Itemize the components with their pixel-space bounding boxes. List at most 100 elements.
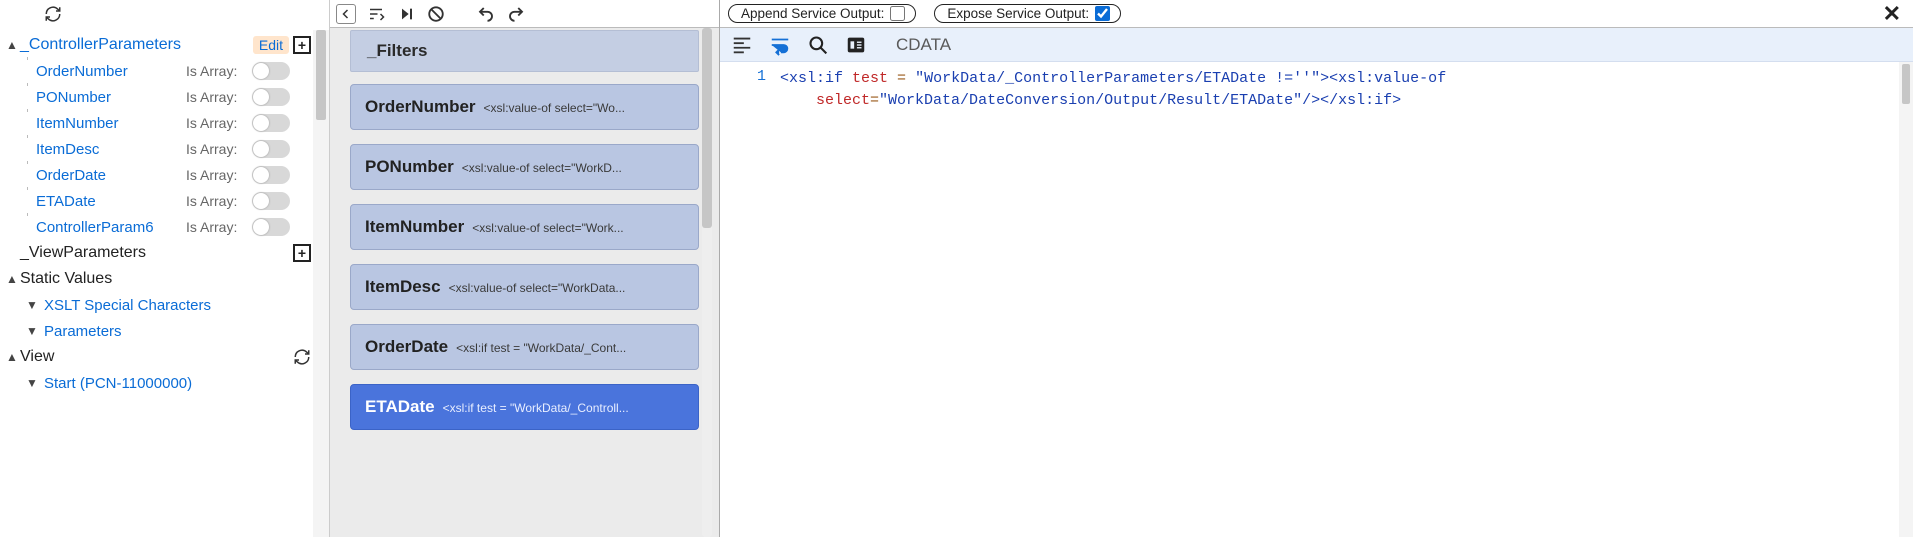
xslt-label: XSLT Special Characters (44, 297, 211, 314)
sort-icon[interactable] (366, 4, 386, 24)
chip-subtitle: <xsl:value-of select="Wo... (484, 101, 684, 115)
param-row[interactable]: OrderDateIs Array: (0, 162, 329, 188)
cancel-icon[interactable] (426, 4, 446, 24)
controller-parameters-header[interactable]: ▲ _ControllerParameters Edit + (0, 32, 329, 58)
param-name: ControllerParam6 (36, 219, 186, 236)
is-array-label: Is Array: (186, 193, 246, 209)
code-area[interactable]: 1 <xsl:if test = "WorkData/_ControllerPa… (720, 62, 1913, 537)
start-label: Start (PCN-11000000) (44, 375, 192, 392)
caret-up-icon[interactable]: ▲ (6, 272, 20, 286)
filter-chip[interactable]: ItemNumber <xsl:value-of select="Work... (350, 204, 699, 250)
caret-up-icon[interactable]: ▲ (6, 350, 20, 364)
start-item[interactable]: ▼ Start (PCN-11000000) (0, 370, 329, 396)
filters-scrollbar[interactable] (699, 28, 715, 537)
add-parameter-button[interactable]: + (293, 36, 311, 54)
filter-chip[interactable]: OrderNumber <xsl:value-of select="Wo... (350, 84, 699, 130)
param-name: ItemNumber (36, 115, 186, 132)
chip-subtitle: <xsl:if test = "WorkData/_Controll... (443, 401, 684, 415)
param-name: PONumber (36, 89, 186, 106)
refresh-view-icon[interactable] (293, 348, 311, 366)
filter-chip[interactable]: OrderDate <xsl:if test = "WorkData/_Cont.… (350, 324, 699, 370)
code-scrollbar[interactable] (1899, 62, 1913, 537)
chevron-down-icon[interactable]: ▼ (26, 324, 40, 338)
expose-label: Expose Service Output: (947, 6, 1089, 21)
is-array-toggle[interactable] (252, 218, 290, 236)
param-row[interactable]: ETADateIs Array: (0, 188, 329, 214)
search-icon[interactable] (806, 33, 830, 57)
service-output-bar: Append Service Output: Expose Service Ou… (720, 0, 1913, 28)
middle-toolbar (330, 0, 719, 28)
is-array-toggle[interactable] (252, 166, 290, 184)
book-icon[interactable] (844, 33, 868, 57)
align-left-icon[interactable] (730, 33, 754, 57)
chip-name: ItemNumber (365, 217, 464, 237)
param-row[interactable]: ControllerParam6Is Array: (0, 214, 329, 240)
is-array-label: Is Array: (186, 89, 246, 105)
cdata-label: CDATA (896, 35, 951, 55)
sidebar-scrollbar-thumb[interactable] (316, 30, 326, 120)
editor-toolbar: CDATA (720, 28, 1913, 62)
filter-chip[interactable]: PONumber <xsl:value-of select="WorkD... (350, 144, 699, 190)
redo-icon[interactable] (506, 4, 526, 24)
sidebar-scrollbar[interactable] (313, 30, 329, 537)
param-row[interactable]: OrderNumberIs Array: (0, 58, 329, 84)
filter-chip[interactable]: ETADate <xsl:if test = "WorkData/_Control… (350, 384, 699, 430)
is-array-label: Is Array: (186, 63, 246, 79)
view-header[interactable]: ▲ View (0, 344, 329, 370)
filters-scrollbar-thumb[interactable] (702, 28, 712, 228)
chip-subtitle: <xsl:value-of select="WorkData... (449, 281, 684, 295)
view-parameters-label: _ViewParameters (20, 244, 293, 262)
line-number: 1 (720, 68, 766, 85)
expose-checkbox[interactable] (1095, 6, 1110, 21)
chevron-down-icon[interactable]: ▼ (26, 298, 40, 312)
chip-subtitle: <xsl:value-of select="WorkD... (462, 161, 684, 175)
is-array-toggle[interactable] (252, 88, 290, 106)
parameters-item[interactable]: ▼ Parameters (0, 318, 329, 344)
static-values-header[interactable]: ▲ Static Values (0, 266, 329, 292)
param-name: OrderNumber (36, 63, 186, 80)
param-row[interactable]: ItemDescIs Array: (0, 136, 329, 162)
edit-button[interactable]: Edit (253, 36, 289, 54)
undo-icon[interactable] (476, 4, 496, 24)
code-content[interactable]: <xsl:if test = "WorkData/_ControllerPara… (780, 62, 1913, 537)
refresh-icon[interactable] (44, 5, 62, 23)
param-name: ItemDesc (36, 141, 186, 158)
chip-name: ItemDesc (365, 277, 441, 297)
chip-name: OrderNumber (365, 97, 476, 117)
is-array-toggle[interactable] (252, 62, 290, 80)
append-service-output-toggle[interactable]: Append Service Output: (728, 4, 916, 23)
is-array-toggle[interactable] (252, 140, 290, 158)
param-row[interactable]: PONumberIs Array: (0, 84, 329, 110)
chip-subtitle: <xsl:value-of select="Work... (472, 221, 684, 235)
chevron-down-icon[interactable]: ▼ (26, 376, 40, 390)
close-icon[interactable]: ✕ (1879, 1, 1905, 27)
chip-name: PONumber (365, 157, 454, 177)
is-array-label: Is Array: (186, 141, 246, 157)
right-panel: Append Service Output: Expose Service Ou… (720, 0, 1913, 537)
chip-name: OrderDate (365, 337, 448, 357)
line-gutter: 1 (720, 62, 780, 537)
filters-panel: _Filters OrderNumber<xsl:value-of select… (330, 0, 720, 537)
chip-subtitle: <xsl:if test = "WorkData/_Cont... (456, 341, 684, 355)
view-parameters-header[interactable]: _ViewParameters + (0, 240, 329, 266)
filter-chip[interactable]: ItemDesc <xsl:value-of select="WorkData..… (350, 264, 699, 310)
static-values-label: Static Values (20, 270, 329, 288)
is-array-toggle[interactable] (252, 114, 290, 132)
step-icon[interactable] (396, 4, 416, 24)
xslt-special-characters-item[interactable]: ▼ XSLT Special Characters (0, 292, 329, 318)
back-icon[interactable] (336, 4, 356, 24)
is-array-label: Is Array: (186, 115, 246, 131)
wrap-icon[interactable] (768, 33, 792, 57)
view-label: View (20, 348, 293, 366)
add-view-parameter-button[interactable]: + (293, 244, 311, 262)
expose-service-output-toggle[interactable]: Expose Service Output: (934, 4, 1121, 23)
caret-up-icon[interactable]: ▲ (6, 38, 20, 52)
chip-name: ETADate (365, 397, 435, 417)
param-row[interactable]: ItemNumberIs Array: (0, 110, 329, 136)
is-array-toggle[interactable] (252, 192, 290, 210)
code-scrollbar-thumb[interactable] (1902, 64, 1910, 104)
append-checkbox[interactable] (890, 6, 905, 21)
append-label: Append Service Output: (741, 6, 884, 21)
is-array-label: Is Array: (186, 219, 246, 235)
param-name: OrderDate (36, 167, 186, 184)
